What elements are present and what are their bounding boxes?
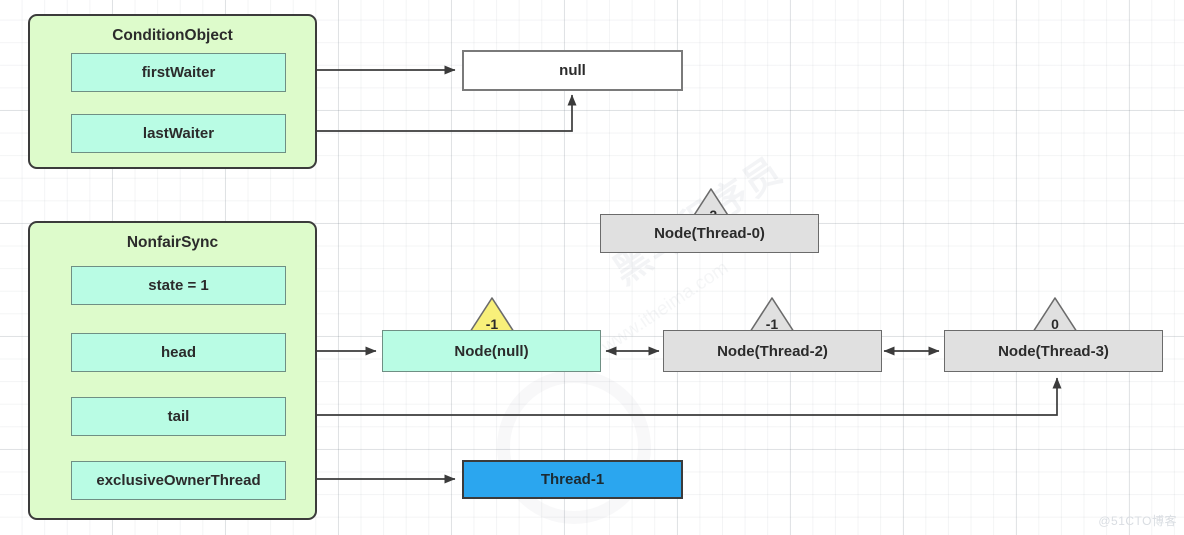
owner-thread-box[interactable]: Thread-1 [462,460,683,499]
owner-thread-box-label: Thread-1 [540,471,605,488]
field-state[interactable]: state = 1 [71,266,286,305]
field-tail-label: tail [167,408,190,425]
field-firstwaiter[interactable]: firstWaiter [71,53,286,92]
node-thread-2-label: Node(Thread-2) [717,342,828,360]
waitstatus-badge-node-thread-2: -1 [748,296,796,334]
node-thread-3-label: Node(Thread-3) [998,342,1109,360]
field-exclusive-owner-thread-label: exclusiveOwnerThread [96,472,261,489]
waitstatus-badge-node-null: -1 [468,296,516,334]
edge-tail-to-node-thread-3 [291,377,1062,420]
field-lastwaiter-label: lastWaiter [142,125,215,142]
nonfair-sync-title: NonfairSync [126,234,219,251]
field-head-label: head [160,344,196,361]
field-head[interactable]: head [71,333,286,372]
condition-object-title: ConditionObject [112,27,233,44]
node-thread-3-box[interactable]: Node(Thread-3) [944,330,1163,372]
field-state-label: state = 1 [148,277,209,294]
field-exclusive-owner-thread[interactable]: exclusiveOwnerThread [71,461,286,500]
node-null-box[interactable]: Node(null) [382,330,601,372]
watermark-circle-logo [497,370,651,524]
node-thread-0-label: Node(Thread-0) [654,225,765,242]
condition-object-group: ConditionObject firstWaiter lastWaiter [28,14,317,169]
null-box-label: null [559,62,586,79]
field-lastwaiter[interactable]: lastWaiter [71,114,286,153]
field-tail[interactable]: tail [71,397,286,436]
diagram-canvas: 黑马程序员 www.itheima.com @51CTO博客 [0,0,1184,535]
edge-lastwaiter-to-null [287,94,577,132]
node-thread-2-box[interactable]: Node(Thread-2) [663,330,882,372]
waitstatus-badge-node-thread-3: 0 [1031,296,1079,334]
node-null-label: Node(null) [454,342,529,360]
watermark-corner: @51CTO博客 [1098,514,1177,528]
field-firstwaiter-label: firstWaiter [141,64,216,81]
node-thread-0-box[interactable]: Node(Thread-0) [600,214,819,253]
null-box[interactable]: null [462,50,683,91]
nonfair-sync-group: NonfairSync state = 1 head tail exclusiv… [28,221,317,520]
